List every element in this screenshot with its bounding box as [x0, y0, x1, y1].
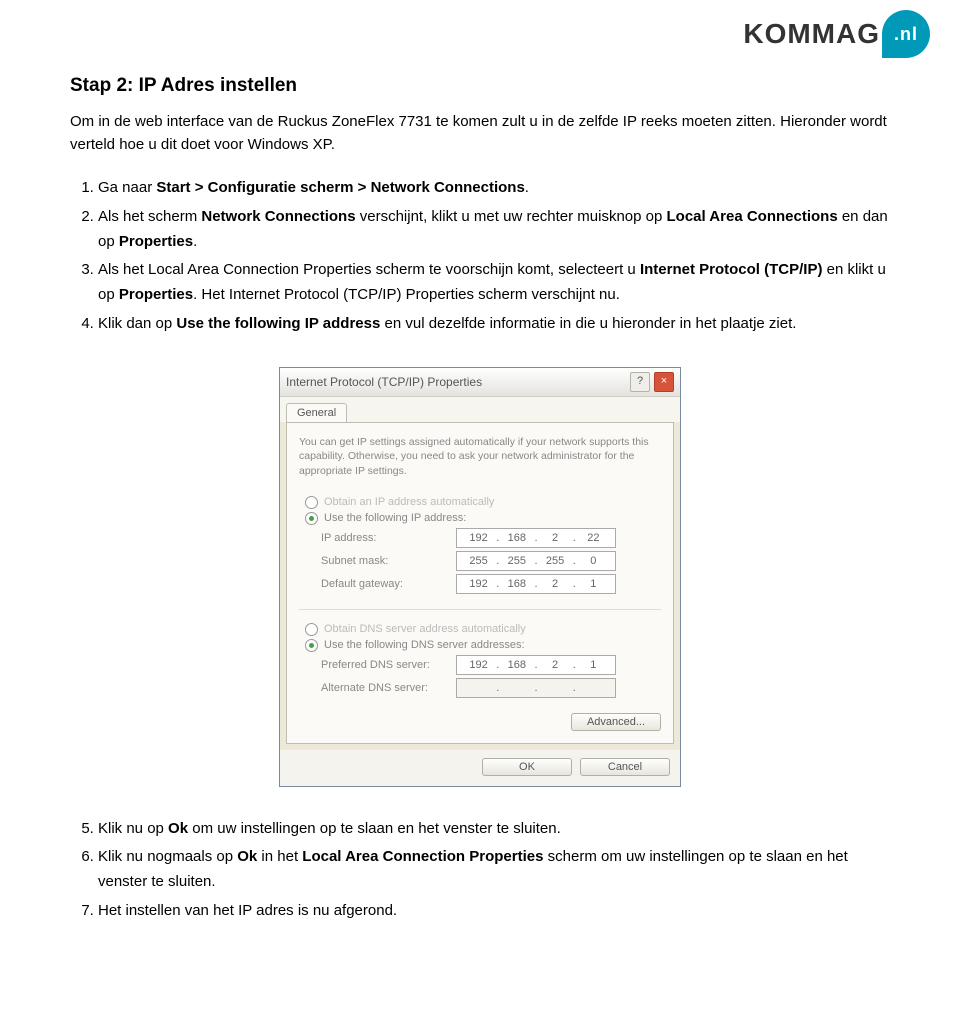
ip-octet: 192	[466, 578, 492, 590]
step-text: . Het Internet Protocol (TCP/IP) Propert…	[193, 286, 620, 303]
ip-address-input[interactable]: 192. 168. 2. 22	[456, 528, 616, 548]
ip-octet: 1	[580, 659, 606, 671]
dialog-screenshot: Internet Protocol (TCP/IP) Properties ? …	[279, 367, 681, 787]
field-preferred-dns: Preferred DNS server: 192. 168. 2. 1	[321, 655, 661, 675]
step-item: Het instellen van het IP adres is nu afg…	[98, 899, 890, 924]
step-text: Klik nu op	[98, 820, 168, 837]
section-title: Stap 2: IP Adres instellen	[70, 75, 890, 97]
brand-badge-text: .nl	[894, 24, 918, 45]
step-text: Klik nu nogmaals op	[98, 848, 237, 865]
step-text: verschijnt, klikt u met uw rechter muisk…	[356, 208, 667, 225]
radio-label: Obtain an IP address automatically	[324, 496, 494, 508]
brand-text: KOMMAG	[743, 18, 880, 50]
step-bold: Ok	[168, 820, 188, 837]
brand-badge: .nl	[882, 10, 930, 58]
step-text: Ga naar	[98, 179, 156, 196]
ip-octet: 255	[466, 555, 492, 567]
step-item: Ga naar Start > Configuratie scherm > Ne…	[98, 176, 890, 201]
step-item: Klik nu nogmaals op Ok in het Local Area…	[98, 845, 890, 895]
ip-octet: 192	[466, 659, 492, 671]
radio-label: Use the following DNS server addresses:	[324, 639, 525, 651]
field-label: Alternate DNS server:	[321, 682, 456, 694]
advanced-button[interactable]: Advanced...	[571, 713, 661, 731]
alternate-dns-input[interactable]: . . .	[456, 678, 616, 698]
ip-octet: 168	[504, 659, 530, 671]
dialog-title: Internet Protocol (TCP/IP) Properties	[286, 375, 482, 389]
step-bold: Local Area Connection Properties	[302, 848, 543, 865]
step-text: en vul dezelfde informatie in die u hier…	[380, 315, 796, 332]
ok-button[interactable]: OK	[482, 758, 572, 776]
radio-label: Obtain DNS server address automatically	[324, 623, 526, 635]
radio-icon	[305, 496, 318, 509]
radio-obtain-ip[interactable]: Obtain an IP address automatically	[305, 496, 661, 509]
brand-logo: KOMMAG .nl	[743, 10, 930, 58]
ip-octet: 0	[580, 555, 606, 567]
step-bold: Properties	[119, 233, 193, 250]
step-bold: Properties	[119, 286, 193, 303]
ip-octet: 2	[542, 578, 568, 590]
step-text: .	[193, 233, 197, 250]
step-bold: Use the following IP address	[176, 315, 380, 332]
close-button[interactable]: ×	[654, 372, 674, 392]
step-bold: Start > Configuratie scherm > Network Co…	[156, 179, 524, 196]
field-label: Default gateway:	[321, 578, 456, 590]
step-text: Het instellen van het IP adres is nu afg…	[98, 902, 397, 919]
radio-icon	[305, 639, 318, 652]
radio-icon	[305, 512, 318, 525]
step-text: in het	[257, 848, 302, 865]
ip-octet: 1	[580, 578, 606, 590]
field-subnet-mask: Subnet mask: 255. 255. 255. 0	[321, 551, 661, 571]
ip-octet: 2	[542, 532, 568, 544]
field-label: Subnet mask:	[321, 555, 456, 567]
step-text: om uw instellingen op te slaan en het ve…	[188, 820, 561, 837]
step-item: Klik dan op Use the following IP address…	[98, 312, 890, 337]
radio-use-dns[interactable]: Use the following DNS server addresses:	[305, 639, 661, 652]
ip-octet: 168	[504, 578, 530, 590]
help-button[interactable]: ?	[630, 372, 650, 392]
ip-octet: 2	[542, 659, 568, 671]
step-bold: Ok	[237, 848, 257, 865]
field-default-gateway: Default gateway: 192. 168. 2. 1	[321, 574, 661, 594]
field-label: IP address:	[321, 532, 456, 544]
preferred-dns-input[interactable]: 192. 168. 2. 1	[456, 655, 616, 675]
field-alternate-dns: Alternate DNS server: . . .	[321, 678, 661, 698]
radio-label: Use the following IP address:	[324, 512, 466, 524]
intro-paragraph: Om in de web interface van de Ruckus Zon…	[70, 111, 890, 156]
steps-list-top: Ga naar Start > Configuratie scherm > Ne…	[70, 176, 890, 337]
step-item: Als het scherm Network Connections versc…	[98, 205, 890, 255]
subnet-mask-input[interactable]: 255. 255. 255. 0	[456, 551, 616, 571]
step-bold: Internet Protocol (TCP/IP)	[640, 261, 823, 278]
dialog-description: You can get IP settings assigned automat…	[299, 435, 661, 479]
radio-icon	[305, 623, 318, 636]
step-bold: Local Area Connections	[667, 208, 838, 225]
dialog-titlebar: Internet Protocol (TCP/IP) Properties ? …	[280, 368, 680, 397]
ip-octet: 255	[542, 555, 568, 567]
step-bold: Network Connections	[201, 208, 355, 225]
ip-octet: 22	[580, 532, 606, 544]
step-item: Als het Local Area Connection Properties…	[98, 258, 890, 308]
ip-octet: 255	[504, 555, 530, 567]
field-label: Preferred DNS server:	[321, 659, 456, 671]
cancel-button[interactable]: Cancel	[580, 758, 670, 776]
radio-use-ip[interactable]: Use the following IP address:	[305, 512, 661, 525]
ip-octet: 192	[466, 532, 492, 544]
tcpip-properties-dialog: Internet Protocol (TCP/IP) Properties ? …	[279, 367, 681, 787]
field-ip-address: IP address: 192. 168. 2. 22	[321, 528, 661, 548]
tab-general[interactable]: General	[286, 403, 347, 422]
step-item: Klik nu op Ok om uw instellingen op te s…	[98, 817, 890, 842]
step-text: .	[525, 179, 529, 196]
step-text: Als het scherm	[98, 208, 201, 225]
ip-octet: 168	[504, 532, 530, 544]
steps-list-bottom: Klik nu op Ok om uw instellingen op te s…	[70, 817, 890, 924]
step-text: Klik dan op	[98, 315, 176, 332]
default-gateway-input[interactable]: 192. 168. 2. 1	[456, 574, 616, 594]
step-text: Als het Local Area Connection Properties…	[98, 261, 640, 278]
radio-obtain-dns[interactable]: Obtain DNS server address automatically	[305, 623, 661, 636]
